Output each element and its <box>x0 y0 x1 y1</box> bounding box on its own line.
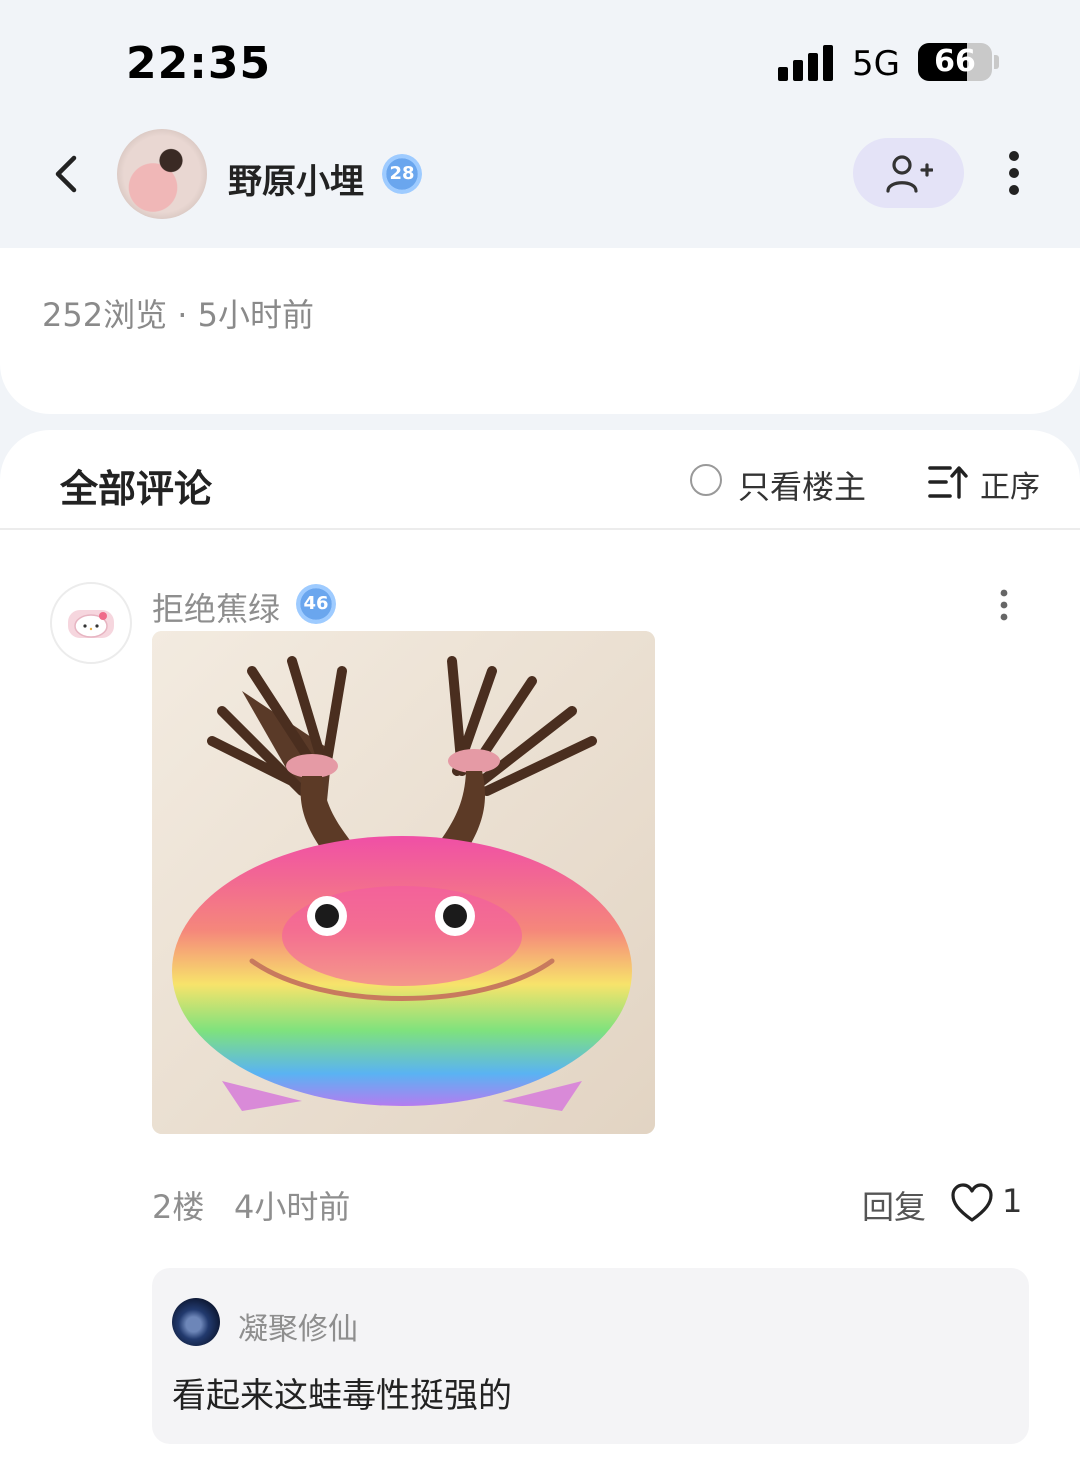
post-info-card: 252浏览 · 5小时前 <box>0 248 1080 414</box>
battery-tip <box>994 55 999 69</box>
follow-button[interactable] <box>853 138 964 208</box>
author-level-badge: 28 <box>382 154 422 194</box>
battery-icon: 66 <box>918 43 992 81</box>
network-type: 5G <box>852 44 900 84</box>
status-time: 22:35 <box>126 38 272 89</box>
reply-preview[interactable]: 凝聚修仙 看起来这蛙毒性挺强的 <box>152 1268 1029 1444</box>
comment-author-level-badge: 46 <box>296 584 336 624</box>
battery-percent: 66 <box>934 44 976 79</box>
reply-button[interactable]: 回复 <box>862 1182 926 1228</box>
comment-floor: 2楼 <box>152 1188 205 1226</box>
reply-author-name[interactable]: 凝聚修仙 <box>238 1304 358 1348</box>
comments-section: 全部评论 只看楼主 正序 拒绝蕉绿 46 2楼 4小时前 回复 1 凝聚修仙 看… <box>0 430 1080 1460</box>
more-vertical-icon[interactable] <box>1000 150 1028 196</box>
author-name[interactable]: 野原小埋 <box>228 154 364 203</box>
hello-kitty-icon <box>68 610 114 638</box>
comment-time: 4小时前 <box>234 1188 351 1226</box>
chevron-left-icon[interactable] <box>44 150 92 198</box>
comment-author-avatar[interactable] <box>50 582 132 664</box>
divider <box>0 528 1080 530</box>
rainbow-frog-with-braids-image <box>152 631 655 1134</box>
sort-label: 正序 <box>980 470 1040 505</box>
comment-image[interactable] <box>152 631 655 1134</box>
reply-text: 看起来这蛙毒性挺强的 <box>172 1376 512 1416</box>
comments-title: 全部评论 <box>60 467 213 511</box>
user-plus-icon <box>886 155 933 193</box>
reply-author-avatar[interactable] <box>172 1298 220 1346</box>
post-meta: 252浏览 · 5小时前 <box>42 296 314 334</box>
only-owner-label: 只看楼主 <box>738 468 867 506</box>
status-bar: 22:35 5G 66 <box>0 0 1080 120</box>
like-count: 1 <box>1002 1182 1023 1220</box>
author-avatar[interactable] <box>117 129 207 219</box>
post-header: 野原小埋 28 <box>0 120 1080 248</box>
sort-ascending-icon <box>928 466 968 499</box>
radio-icon[interactable] <box>690 464 722 496</box>
heart-icon[interactable] <box>950 1182 994 1224</box>
more-vertical-icon[interactable] <box>996 588 1012 622</box>
signal-icon <box>778 45 834 81</box>
comment-author-name[interactable]: 拒绝蕉绿 <box>152 584 280 630</box>
